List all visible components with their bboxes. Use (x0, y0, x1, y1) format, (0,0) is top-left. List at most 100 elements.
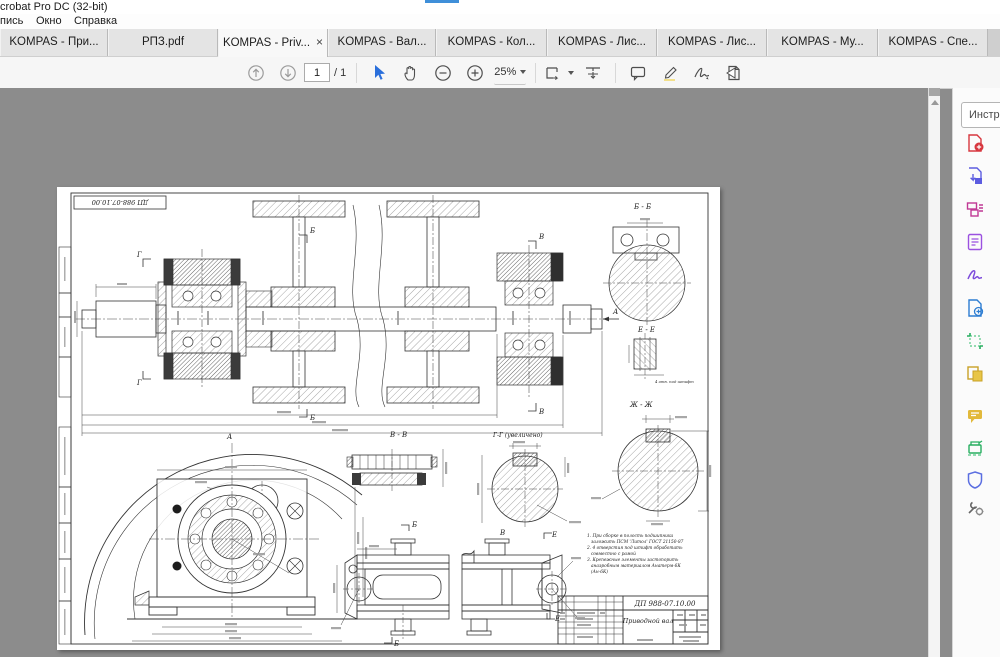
svg-text:Г-Г (увеличено): Г-Г (увеличено) (492, 432, 543, 439)
menu-item-help[interactable]: Справка (74, 15, 117, 27)
tool-comment[interactable] (963, 404, 987, 428)
section-jj-view: Ж - Ж (591, 401, 711, 525)
edit-pdf-icon (965, 232, 985, 252)
svg-text:Г: Г (136, 251, 142, 259)
scrolling-mode-icon (545, 64, 565, 82)
sign-tool-button[interactable] (689, 61, 715, 85)
wheel-2 (387, 195, 479, 409)
svg-text:А: А (612, 308, 618, 316)
chevron-down-icon (568, 71, 574, 75)
tab-kompas-priv-active[interactable]: KOMPAS - Priv... × (218, 29, 328, 58)
page-display-mode-dropdown[interactable] (545, 61, 574, 85)
export-page-icon (725, 64, 743, 82)
tools-search-input[interactable]: Инстр (961, 102, 1000, 128)
fit-width-icon (583, 64, 603, 82)
svg-text:Б: Б (309, 227, 315, 235)
document-scrollbar[interactable] (928, 88, 940, 657)
svg-text:Г: Г (136, 379, 142, 387)
previous-page-button[interactable] (243, 61, 269, 85)
document-viewport[interactable]: ДП 988-07.10.00 (0, 88, 940, 657)
combine-files-icon (965, 364, 985, 384)
tab-kompas-lis1[interactable]: KOMPAS - Лис... (547, 29, 657, 56)
tool-create-from-file[interactable] (963, 296, 987, 320)
zoom-in-button[interactable] (462, 61, 488, 85)
tool-export-pdf[interactable] (963, 164, 987, 188)
doc-number: ДП 988-07.10.00 (634, 600, 696, 608)
view-a-arrow: А (603, 308, 619, 321)
title-block-micro-text (560, 612, 706, 642)
view-a-housing: А (85, 433, 368, 641)
bracket-detail-2: В Е (462, 529, 585, 635)
window-title: crobat Pro DC (32-bit) (0, 1, 108, 13)
tool-scan-ocr[interactable] (963, 437, 987, 461)
comment-bubble-icon (629, 64, 647, 82)
tab-kompas-spe[interactable]: KOMPAS - Спе... (878, 29, 988, 56)
tool-combine-files[interactable] (963, 362, 987, 386)
tool-protect[interactable] (963, 468, 987, 492)
fill-sign-icon (965, 265, 985, 285)
section-vv-view: В - В (347, 431, 447, 491)
view-gg: Г-Г (увеличено) (477, 432, 581, 529)
scroll-up-icon[interactable] (931, 100, 939, 105)
svg-text:Б: Б (411, 521, 417, 529)
tab-kompas-mu[interactable]: KOMPAS - Му... (767, 29, 878, 56)
section-ee-view: Е - Е 4 отв. под штифт (629, 326, 694, 384)
tab-label: KOMPAS - Priv... (223, 37, 310, 49)
zoom-level-dropdown[interactable]: 25% (494, 60, 526, 85)
next-page-button[interactable] (275, 61, 301, 85)
tab-kompas-pri[interactable]: KOMPAS - При... (0, 29, 108, 56)
sheet-frame (59, 193, 708, 644)
zoom-level-value: 25% (494, 66, 516, 78)
tab-close-icon[interactable]: × (316, 29, 323, 56)
chevron-down-icon (520, 70, 526, 74)
tools-panel: Инстр (952, 88, 1000, 657)
tab-rpz-pdf[interactable]: РПЗ.pdf (108, 29, 218, 56)
cursor-arrow-icon (371, 64, 387, 82)
plus-circle-icon (466, 64, 484, 82)
svg-text:В: В (499, 529, 505, 537)
tool-create-pdf[interactable] (963, 131, 987, 155)
tab-kompas-val[interactable]: KOMPAS - Вал... (328, 29, 436, 56)
top-blue-strip (425, 0, 459, 3)
tab-kompas-lis2[interactable]: KOMPAS - Лис... (657, 29, 767, 56)
engineering-drawing: ДП 988-07.10.00 (57, 187, 720, 650)
svg-text:Б: Б (393, 640, 399, 648)
svg-text:В - В: В - В (389, 431, 407, 439)
organize-pages-icon (965, 199, 985, 219)
part-name: Приводной вал (622, 618, 673, 625)
main-assembly-view: Г Г Б Б В В А (74, 195, 619, 436)
svg-text:Е: Е (551, 531, 557, 539)
tool-crop-pages[interactable] (963, 329, 987, 353)
convert-tool-button[interactable] (721, 61, 747, 85)
select-tool-button[interactable] (366, 61, 392, 85)
highlight-tool-button[interactable] (657, 61, 683, 85)
comment-tool-button[interactable] (625, 61, 651, 85)
tool-edit-pdf[interactable] (963, 230, 987, 254)
tab-kompas-kol[interactable]: KOMPAS - Кол... (436, 29, 547, 56)
svg-text:3. Крепежные элементы застопор: 3. Крепежные элементы застопорить (587, 558, 679, 563)
window-titlebar: crobat Pro DC (32-bit) (0, 0, 1000, 14)
svg-text:В: В (538, 408, 544, 416)
svg-text:совместно с рамой: совместно с рамой (591, 552, 636, 557)
menu-item-sign[interactable]: пись (0, 15, 23, 27)
svg-text:4 отв. под штифт: 4 отв. под штифт (654, 379, 694, 384)
export-pdf-icon (965, 166, 985, 186)
svg-text:(Ан-6К): (Ан-6К) (591, 570, 608, 575)
svg-text:В: В (538, 233, 544, 241)
tool-more-tools[interactable] (963, 495, 987, 519)
shield-icon (965, 470, 985, 490)
svg-text:анаэробным материалом Анатерм-: анаэробным материалом Анатерм-6К (591, 564, 681, 569)
right-bearing-unit (497, 245, 563, 397)
svg-text:заложить ПСМ 'Литол' ГОСТ 2115: заложить ПСМ 'Литол' ГОСТ 21150-87 (591, 540, 684, 545)
zoom-out-button[interactable] (430, 61, 456, 85)
svg-text:1. При сборке в полость подшип: 1. При сборке в полость подшипника (587, 534, 674, 539)
menu-item-window[interactable]: Окно (36, 15, 62, 27)
main-toolbar: / 1 25% (0, 57, 1000, 89)
tool-organize-pages[interactable] (963, 197, 987, 221)
svg-text:А: А (226, 433, 232, 441)
page-number-input[interactable] (304, 63, 330, 82)
tool-fill-sign[interactable] (963, 263, 987, 287)
hand-tool-button[interactable] (398, 61, 424, 85)
fit-width-button[interactable] (580, 61, 606, 85)
svg-text:ДП 988-07.10.00: ДП 988-07.10.00 (92, 198, 150, 206)
